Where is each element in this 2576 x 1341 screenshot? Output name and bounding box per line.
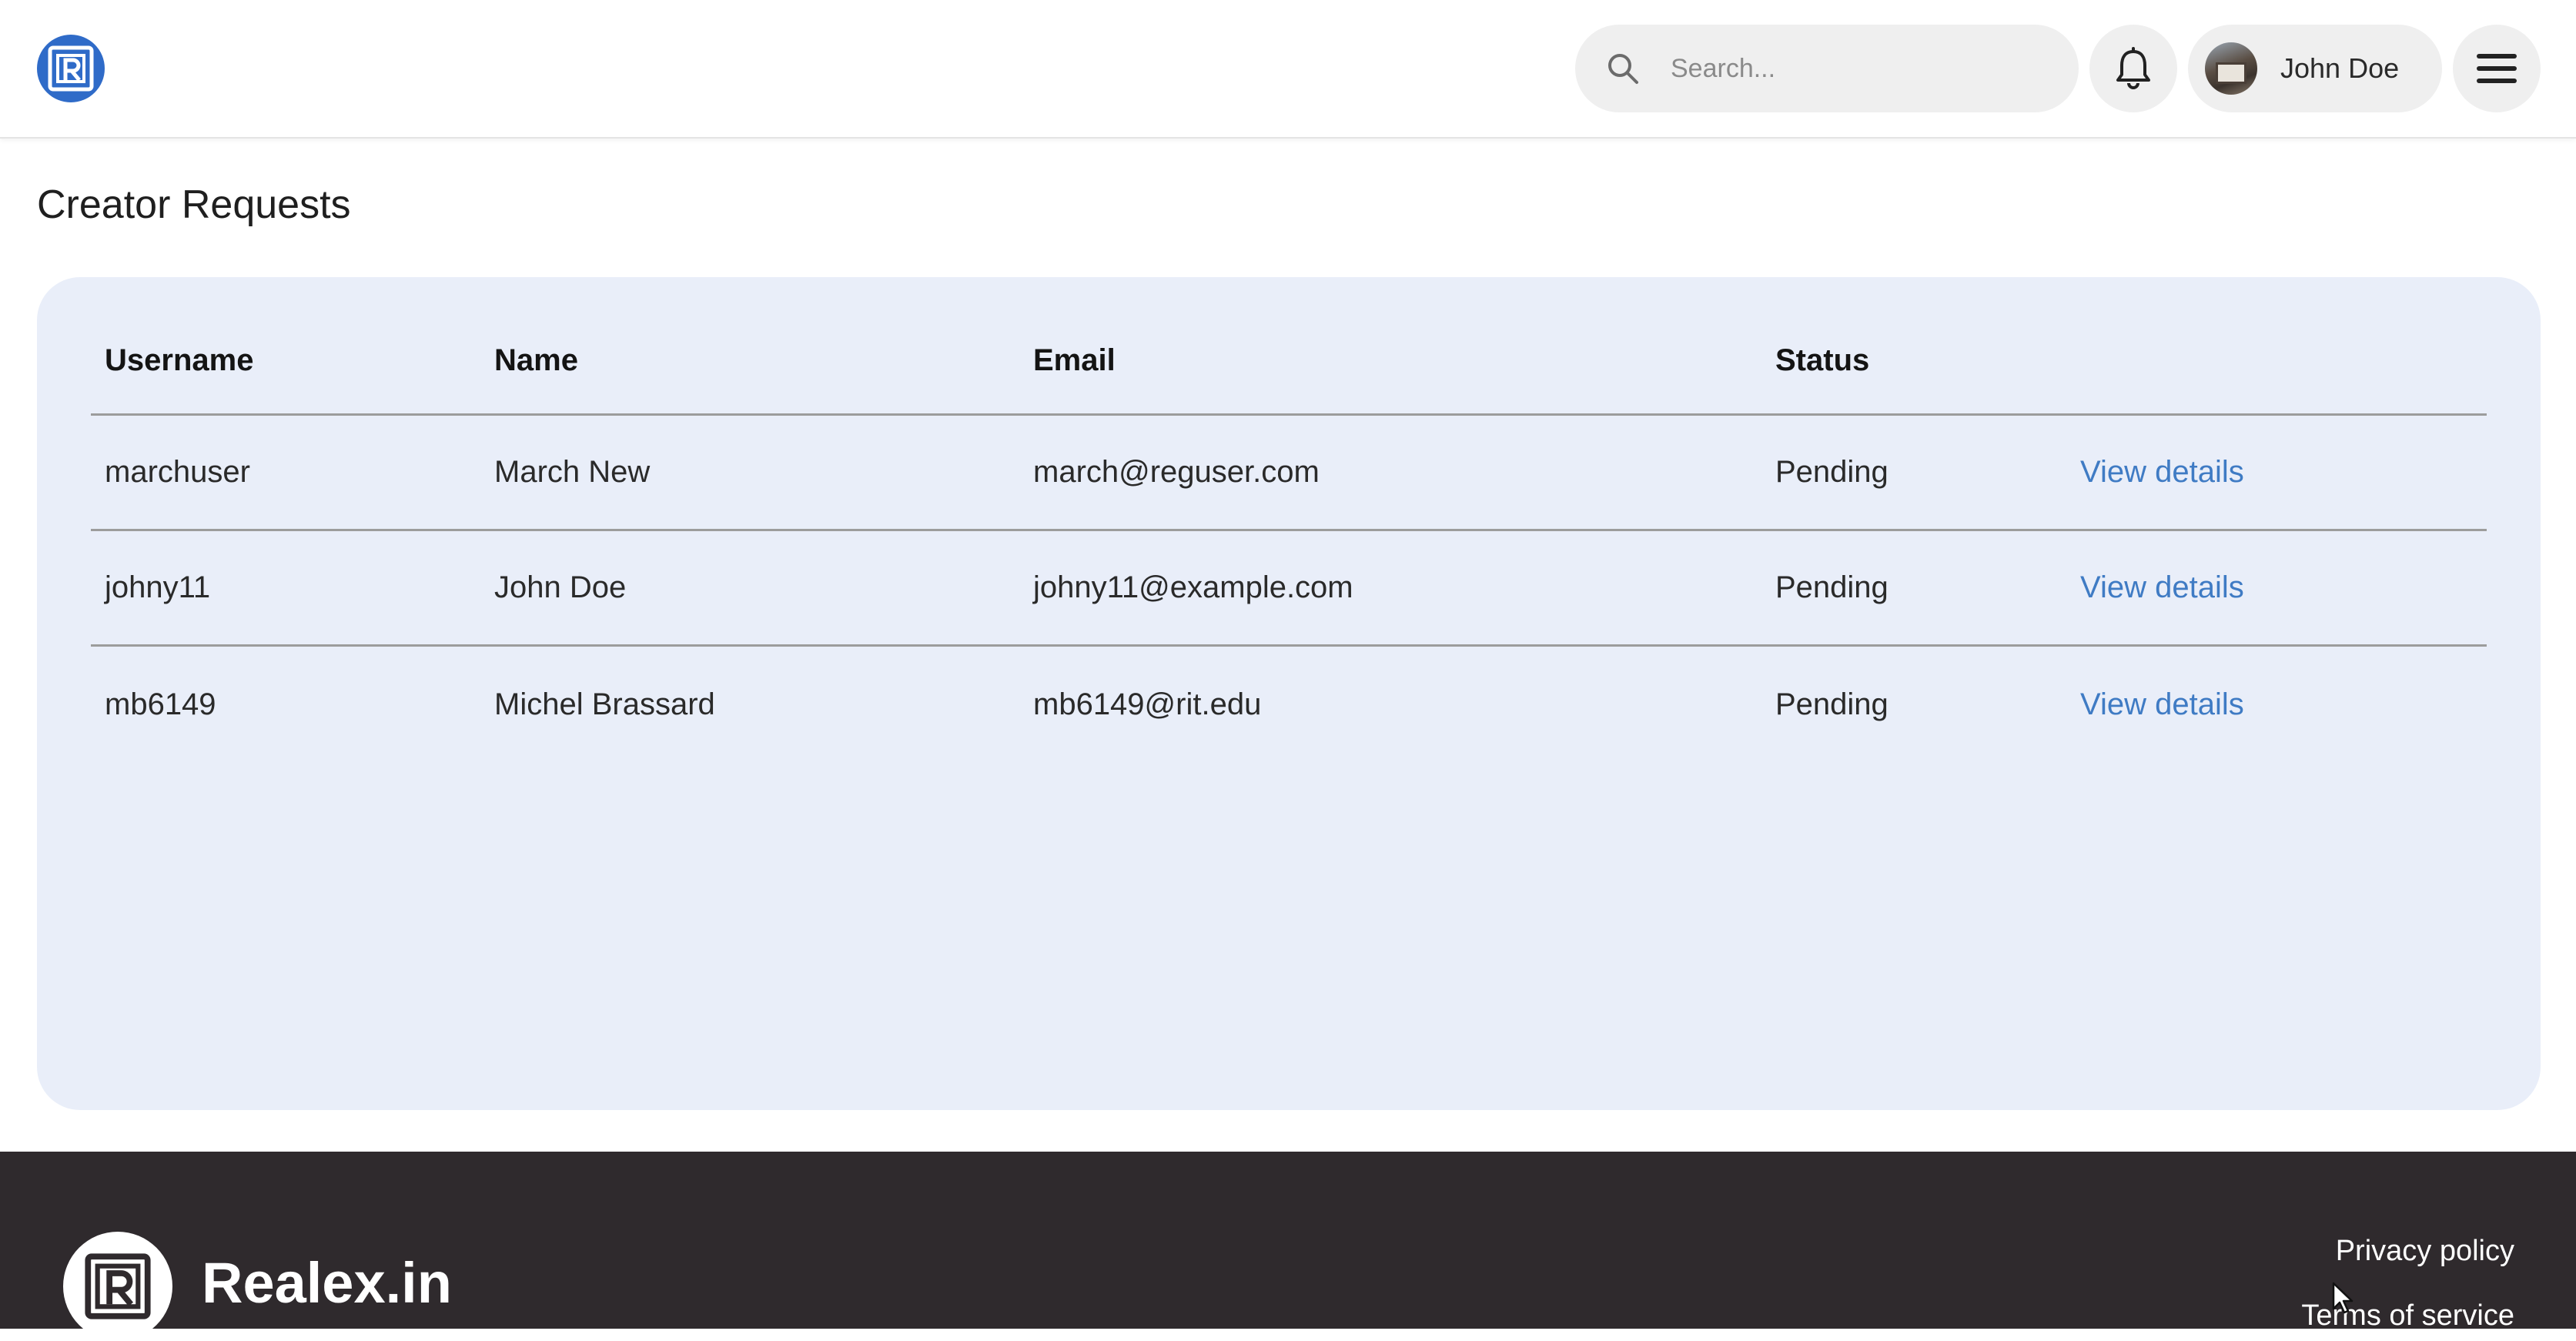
email-cell: march@reguser.com <box>1033 455 1320 489</box>
username-cell: johny11 <box>105 570 211 604</box>
name-cell: John Doe <box>494 570 627 604</box>
footer: Realex.in Privacy policy Terms of servic… <box>0 1152 2576 1341</box>
search-icon <box>1608 54 1638 84</box>
username-cell: marchuser <box>105 455 250 489</box>
view-details-link[interactable]: View details <box>2080 647 2244 762</box>
table-row: mb6149 Michel Brassard mb6149@rit.edu Pe… <box>91 647 2487 762</box>
search-bar[interactable] <box>1575 25 2079 112</box>
creator-requests-table: Username Name Email Status marchuser Mar… <box>91 308 2487 762</box>
table-header-row: Username Name Email Status <box>91 308 2487 416</box>
view-details-link[interactable]: View details <box>2080 531 2244 644</box>
column-header-username: Username <box>105 343 254 377</box>
view-details-link[interactable]: View details <box>2080 416 2244 529</box>
email-cell: johny11@example.com <box>1033 570 1353 604</box>
user-name: John Doe <box>2280 52 2400 84</box>
hamburger-menu-icon <box>2477 54 2517 59</box>
top-navbar: John Doe <box>0 0 2576 139</box>
name-cell: March New <box>494 455 651 489</box>
privacy-policy-link[interactable]: Privacy policy <box>2336 1235 2514 1268</box>
column-header-email: Email <box>1033 343 1116 377</box>
status-cell: Pending <box>1775 687 1889 721</box>
table-row: marchuser March New march@reguser.com Pe… <box>91 416 2487 531</box>
column-header-status: Status <box>1775 343 1870 377</box>
creator-requests-card: Username Name Email Status marchuser Mar… <box>37 277 2541 1110</box>
status-cell: Pending <box>1775 570 1889 604</box>
mouse-cursor-icon <box>2332 1282 2354 1314</box>
notifications-button[interactable] <box>2089 25 2177 112</box>
realex-logo-icon[interactable] <box>63 1232 172 1341</box>
search-input[interactable] <box>1671 25 2056 112</box>
email-cell: mb6149@rit.edu <box>1033 687 1262 721</box>
realex-logo-icon[interactable] <box>37 35 105 102</box>
username-cell: mb6149 <box>105 687 216 721</box>
table-row: johny11 John Doe johny11@example.com Pen… <box>91 531 2487 647</box>
brand-name: Realex.in <box>202 1251 452 1315</box>
bell-icon <box>2116 47 2150 89</box>
avatar <box>2205 42 2257 95</box>
name-cell: Michel Brassard <box>494 687 715 721</box>
user-profile-button[interactable]: John Doe <box>2188 25 2442 112</box>
menu-button[interactable] <box>2453 25 2541 112</box>
page-title: Creator Requests <box>37 182 351 227</box>
column-header-name: Name <box>494 343 578 377</box>
status-cell: Pending <box>1775 455 1889 489</box>
